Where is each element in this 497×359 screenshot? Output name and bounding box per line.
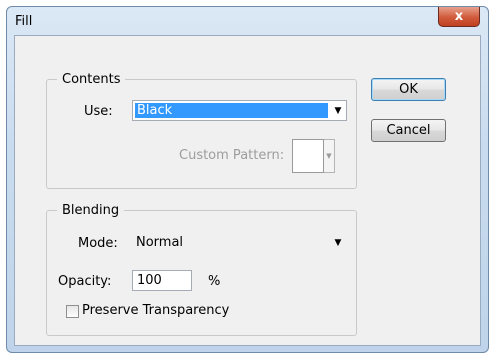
opacity-label: Opacity:: [58, 274, 112, 289]
pattern-dropdown-arrow: ▼: [324, 139, 335, 173]
blending-group-label: Blending: [62, 203, 120, 218]
cancel-button[interactable]: Cancel: [371, 119, 446, 142]
preserve-transparency-checkbox[interactable]: [66, 305, 79, 318]
use-label: Use:: [84, 104, 113, 119]
chevron-down-icon: ▼: [334, 105, 342, 116]
preserve-transparency-label: Preserve Transparency: [82, 303, 230, 318]
dialog-client-area: Contents Use: Black ▼ Custom Pattern: ▼ …: [14, 35, 481, 346]
mode-label: Mode:: [78, 236, 118, 251]
custom-pattern-label: Custom Pattern:: [179, 148, 285, 163]
dialog-title: Fill: [15, 14, 33, 29]
use-value: Black: [135, 103, 328, 118]
close-icon: x: [454, 9, 464, 24]
fill-dialog: Fill x Contents Use: Black ▼ Custom Patt…: [6, 6, 489, 353]
opacity-unit: %: [208, 274, 221, 289]
chevron-down-icon: ▼: [326, 152, 332, 160]
use-dropdown[interactable]: Black ▼: [132, 100, 347, 121]
mode-value: Normal: [136, 235, 184, 250]
close-button[interactable]: x: [438, 7, 480, 27]
contents-group-label: Contents: [62, 72, 121, 87]
mode-dropdown[interactable]: Normal ▼: [132, 232, 347, 253]
custom-pattern-swatch: [292, 139, 324, 173]
chevron-down-icon: ▼: [334, 237, 342, 248]
ok-button[interactable]: OK: [371, 78, 446, 101]
opacity-input[interactable]: 100: [132, 270, 192, 291]
